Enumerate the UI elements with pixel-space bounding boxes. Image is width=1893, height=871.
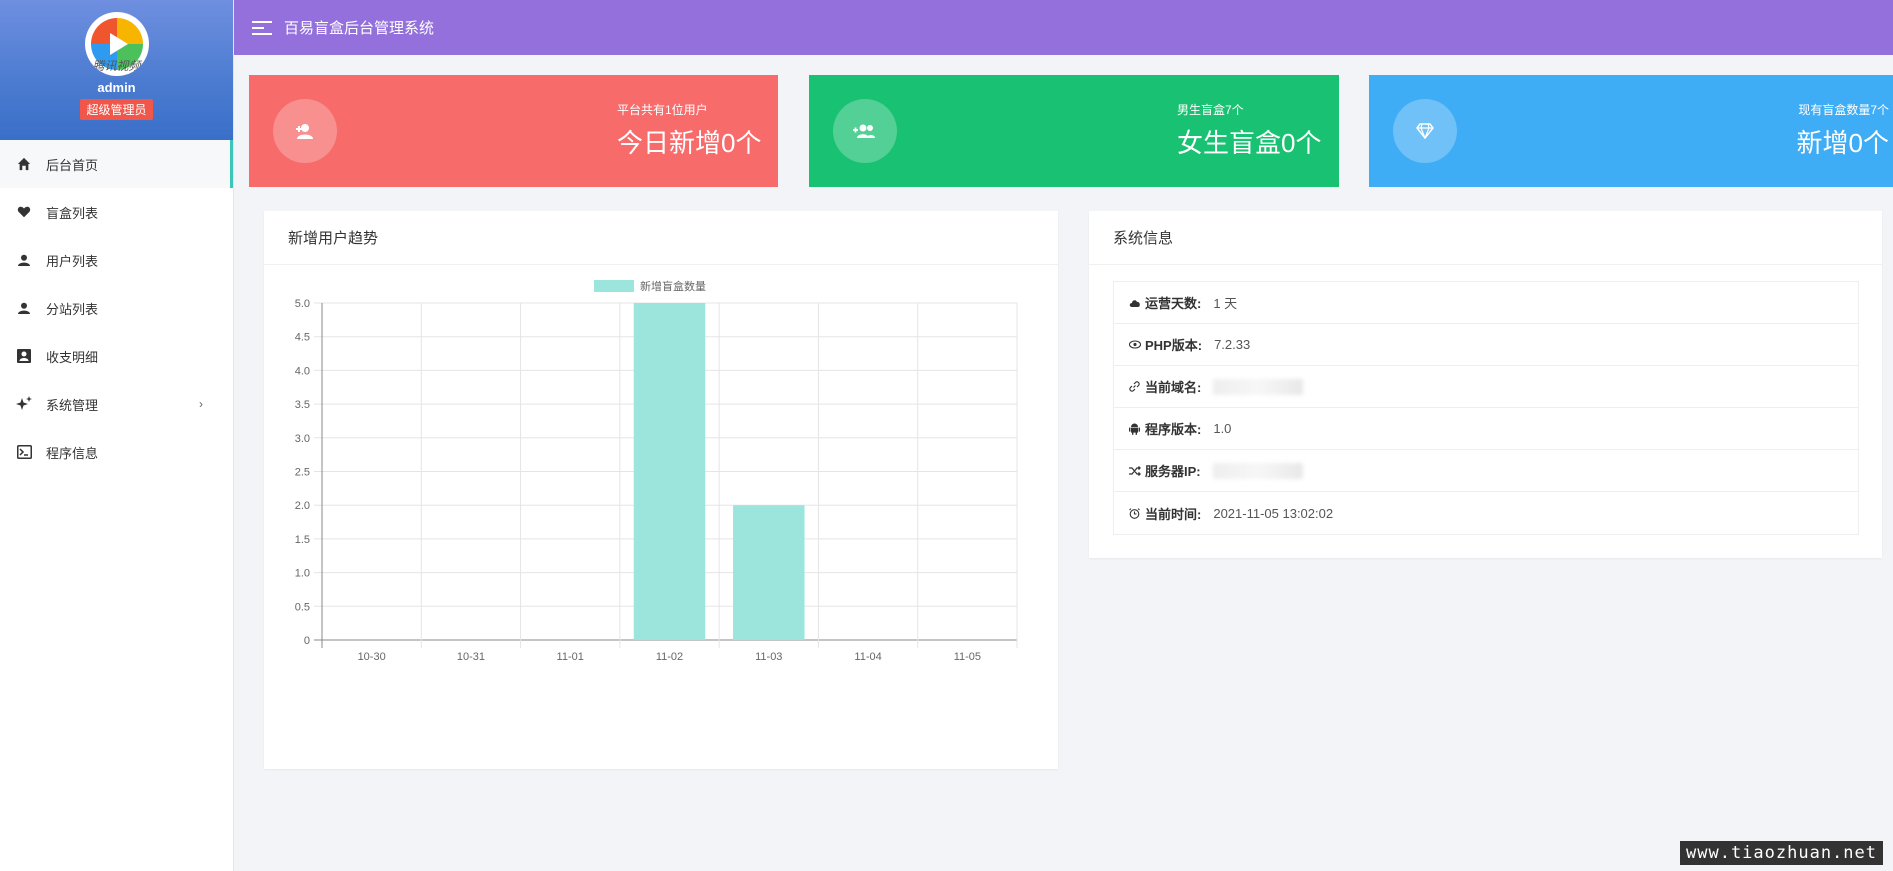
- profile-header: 腾讯视频 admin 超级管理员: [0, 0, 233, 140]
- sidebar-item-label: 收支明细: [46, 349, 99, 365]
- site-watermark: www.tiaozhuan.net: [1680, 841, 1883, 865]
- chart-legend: 新增盲盒数量: [594, 279, 706, 293]
- menu-toggle-icon[interactable]: [252, 20, 272, 35]
- sidebar-item-label: 后台首页: [46, 157, 99, 173]
- x-tick-label: 11-02: [656, 651, 683, 663]
- y-tick-label: 4.0: [295, 365, 310, 377]
- y-tick-label: 2.0: [295, 500, 310, 512]
- stat-value: 今日新增0个: [617, 128, 762, 158]
- user-icon: [16, 300, 32, 316]
- system-info-panel: 系统信息 运营天数: 1 天 PHP版本: 7.2.33 当前域名: 程序版本:…: [1089, 211, 1882, 558]
- home-icon: [16, 156, 32, 172]
- x-tick-label: 10-30: [358, 651, 386, 663]
- info-label: 程序版本:: [1145, 422, 1202, 437]
- info-label: 当前域名:: [1145, 380, 1202, 395]
- y-tick-label: 0.5: [295, 601, 310, 613]
- x-tick-label: 11-05: [954, 651, 981, 663]
- y-tick-label: 0: [304, 635, 310, 647]
- sidebar-item-program-info[interactable]: 程序信息: [0, 428, 233, 476]
- heart-icon: [16, 204, 32, 220]
- stat-caption: 男生盲盒7个: [1177, 103, 1244, 117]
- sidebar-item-label: 用户列表: [46, 253, 99, 269]
- app-title: 百易盲盒后台管理系统: [284, 20, 435, 37]
- x-tick-label: 11-01: [557, 651, 584, 663]
- stat-value: 女生盲盒0个: [1177, 128, 1322, 158]
- sidebar-item-label: 分站列表: [46, 301, 99, 317]
- y-tick-label: 1.0: [295, 568, 310, 580]
- user-icon: [16, 252, 32, 268]
- sidebar-item-blindbox-list[interactable]: 盲盒列表: [0, 188, 233, 236]
- info-value: 7.2.33: [1214, 337, 1251, 352]
- y-tick-label: 4.5: [295, 332, 310, 344]
- info-label: 服务器IP:: [1145, 464, 1201, 479]
- redacted-value: [1213, 378, 1304, 395]
- android-icon: [1129, 423, 1141, 435]
- stat-card-blindbox-count: 现有盲盒数量7个 新增0个: [1369, 75, 1893, 187]
- chevron-right-icon: ›: [199, 397, 203, 411]
- sidebar-item-system-management[interactable]: 系统管理 ›: [0, 380, 233, 428]
- shuffle-icon: [1129, 465, 1141, 477]
- eye-icon: [1129, 339, 1141, 351]
- panel-title: 新增用户趋势: [264, 211, 1058, 265]
- info-value: 2021-11-05 13:02:02: [1213, 505, 1334, 521]
- stat-card-blindbox-gender: 男生盲盒7个 女生盲盒0个: [809, 75, 1339, 187]
- stat-value: 新增0个: [1796, 128, 1889, 158]
- diamond-icon: [1393, 99, 1457, 163]
- bar-chart: 0 0.5 1.0 1.5 2.0 2.5 3.0 3.5 4.0 4.5 5.0 10-30 10-3…: [295, 279, 1018, 663]
- sidebar-item-income-expense[interactable]: 收支明细: [0, 332, 233, 380]
- legend-swatch: [594, 280, 634, 292]
- redacted-value: [1212, 462, 1303, 479]
- sidebar-item-home[interactable]: 后台首页: [0, 140, 233, 188]
- info-label: PHP版本:: [1145, 338, 1203, 353]
- y-tick-label: 3.5: [295, 399, 310, 411]
- system-info-table: 运营天数: 1 天 PHP版本: 7.2.33 当前域名: 程序版本: 1.0 …: [1113, 281, 1859, 535]
- x-tick-label: 10-31: [457, 651, 485, 663]
- role-badge: 超级管理员: [80, 99, 153, 120]
- sidebar-item-label: 系统管理: [46, 397, 99, 413]
- sparkle-icon: [16, 396, 32, 412]
- chart-bar: [733, 505, 805, 640]
- stat-caption: 现有盲盒数量7个: [1798, 103, 1889, 117]
- info-row-server-ip: 服务器IP:: [1114, 450, 1858, 492]
- x-tick-label: 11-04: [854, 651, 881, 663]
- sidebar: 腾讯视频 admin 超级管理员 后台首页 盲盒列表 用户列表 分站列表 收支明…: [0, 0, 234, 871]
- x-tick-label: 11-03: [755, 651, 782, 663]
- info-label: 运营天数:: [1145, 296, 1202, 311]
- sidebar-item-label: 盲盒列表: [46, 205, 99, 221]
- alarm-icon: [1129, 507, 1141, 519]
- contact-card-icon: [16, 348, 32, 364]
- terminal-icon: [16, 444, 32, 460]
- panel-title: 系统信息: [1089, 211, 1882, 265]
- y-tick-label: 1.5: [295, 534, 310, 546]
- avatar[interactable]: 腾讯视频: [84, 12, 149, 76]
- link-icon: [1129, 381, 1141, 393]
- info-row-domain: 当前域名:: [1114, 366, 1858, 408]
- chart-panel: 新增用户趋势 0 0.5 1.0 1.5 2.0 2.5 3.0 3.5 4.0 4.5 5.0 10…: [264, 211, 1058, 769]
- admin-name: admin: [97, 80, 136, 95]
- info-value: 1 天: [1213, 296, 1238, 311]
- top-bar: 百易盲盒后台管理系统: [234, 0, 1893, 55]
- user-plus-icon: [273, 99, 337, 163]
- cloud-icon: [1129, 297, 1141, 309]
- legend-label: 新增盲盒数量: [640, 279, 706, 293]
- info-row-current-time: 当前时间: 2021-11-05 13:02:02: [1114, 492, 1858, 534]
- users-plus-icon: [833, 99, 897, 163]
- sidebar-menu: 后台首页 盲盒列表 用户列表 分站列表 收支明细 系统管理 › 程序信息: [0, 140, 233, 476]
- sidebar-item-label: 程序信息: [46, 445, 99, 461]
- chart-bar: [633, 303, 706, 640]
- info-row-uptime: 运营天数: 1 天: [1114, 282, 1858, 324]
- y-tick-label: 5.0: [295, 298, 310, 310]
- stat-card-new-users: 平台共有1位用户 今日新增0个: [249, 75, 778, 187]
- y-tick-label: 2.5: [295, 467, 310, 479]
- stat-caption: 平台共有1位用户: [617, 103, 708, 117]
- avatar-watermark: 腾讯视频: [92, 59, 141, 73]
- sidebar-item-user-list[interactable]: 用户列表: [0, 236, 233, 284]
- y-tick-label: 3.0: [295, 433, 310, 445]
- info-value: 1.0: [1213, 421, 1232, 436]
- info-label: 当前时间:: [1145, 506, 1202, 522]
- info-row-php-version: PHP版本: 7.2.33: [1114, 324, 1858, 366]
- info-row-program-version: 程序版本: 1.0: [1114, 408, 1858, 450]
- sidebar-item-substation-list[interactable]: 分站列表: [0, 284, 233, 332]
